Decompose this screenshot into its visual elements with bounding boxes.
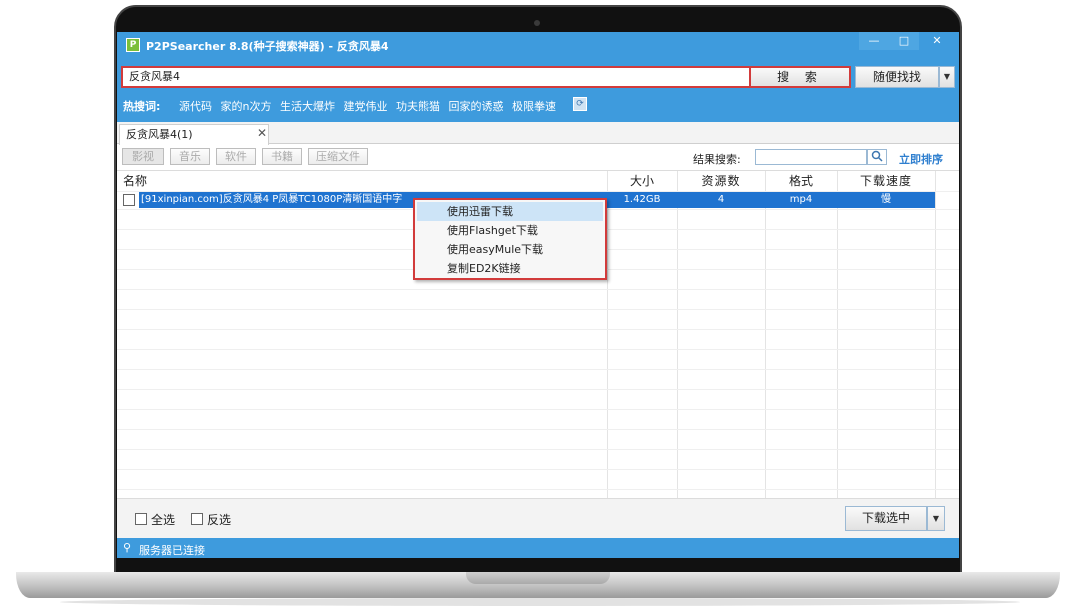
hot-word-link[interactable]: 生活大爆炸 bbox=[280, 100, 335, 113]
search-icon[interactable] bbox=[867, 149, 887, 165]
tab-search-result[interactable]: 反贪风暴4(1) ✕ bbox=[119, 124, 269, 145]
row-sources-cell: 4 bbox=[677, 192, 765, 208]
row-format-cell: mp4 bbox=[765, 192, 837, 208]
column-header-format[interactable]: 格式 bbox=[765, 171, 837, 191]
tab-close-icon[interactable]: ✕ bbox=[257, 126, 267, 140]
filter-bar: 影视 音乐 软件 书籍 压缩文件 结果搜索: 立即排序 bbox=[117, 145, 959, 169]
hot-word-link[interactable]: 建党伟业 bbox=[343, 100, 387, 113]
tab-label: 反贪风暴4(1) bbox=[126, 128, 193, 141]
download-dropdown-icon[interactable]: ▼ bbox=[927, 506, 945, 531]
row-divider bbox=[117, 329, 959, 330]
row-divider bbox=[117, 489, 959, 490]
row-divider bbox=[117, 429, 959, 430]
search-button[interactable]: 搜 索 bbox=[749, 66, 851, 88]
row-divider bbox=[117, 409, 959, 410]
row-divider bbox=[117, 469, 959, 470]
bottom-bar: 全选 反选 下载选中 ▼ bbox=[117, 498, 959, 538]
menu-item-copy-ed2k[interactable]: 复制ED2K链接 bbox=[417, 259, 603, 278]
laptop-base-notch bbox=[466, 572, 610, 584]
hot-word-link[interactable]: 回家的诱惑 bbox=[448, 100, 503, 113]
connection-icon: ⚲ bbox=[123, 541, 132, 554]
menu-item-easymule[interactable]: 使用easyMule下载 bbox=[417, 240, 603, 259]
title-bar: P P2PSearcher 8.8(种子搜索神器) - 反贪风暴4 — □ ✕ bbox=[117, 32, 959, 58]
context-menu: 使用迅雷下载 使用Flashget下载 使用easyMule下载 复制ED2K链… bbox=[413, 198, 607, 280]
app-logo-icon: P bbox=[126, 38, 140, 52]
sort-now-link[interactable]: 立即排序 bbox=[899, 151, 943, 167]
close-button[interactable]: ✕ bbox=[919, 32, 955, 50]
invert-selection-label[interactable]: 反选 bbox=[207, 511, 231, 528]
app-window: P P2PSearcher 8.8(种子搜索神器) - 反贪风暴4 — □ ✕ … bbox=[117, 32, 959, 558]
category-software-button[interactable]: 软件 bbox=[216, 148, 256, 165]
hot-word-link[interactable]: 极限拳速 bbox=[512, 100, 556, 113]
menu-item-flashget[interactable]: 使用Flashget下载 bbox=[417, 221, 603, 240]
camera-dot bbox=[534, 20, 540, 26]
search-toolbar: 反贪风暴4 搜 索 随便找找 ▼ 热搜词: 源代码 家的n次方 生活大爆炸 建党… bbox=[117, 58, 959, 122]
category-film-button[interactable]: 影视 bbox=[122, 148, 164, 165]
result-search-label: 结果搜索: bbox=[693, 153, 741, 166]
result-search-input[interactable] bbox=[755, 149, 867, 165]
hot-words-list: 源代码 家的n次方 生活大爆炸 建党伟业 功夫熊猫 回家的诱惑 极限拳速 bbox=[179, 98, 561, 114]
random-search-button[interactable]: 随便找找 bbox=[855, 66, 939, 88]
category-archive-button[interactable]: 压缩文件 bbox=[308, 148, 368, 165]
select-all-checkbox[interactable] bbox=[135, 513, 147, 525]
search-input[interactable]: 反贪风暴4 bbox=[121, 66, 749, 88]
category-music-button[interactable]: 音乐 bbox=[170, 148, 210, 165]
maximize-button[interactable]: □ bbox=[889, 32, 919, 50]
random-dropdown-icon[interactable]: ▼ bbox=[939, 66, 955, 88]
column-header-size[interactable]: 大小 bbox=[607, 171, 677, 191]
minimize-button[interactable]: — bbox=[859, 32, 889, 50]
laptop-shadow bbox=[60, 598, 1020, 606]
row-divider bbox=[117, 349, 959, 350]
hot-words-label: 热搜词: bbox=[123, 100, 161, 113]
hot-word-link[interactable]: 家的n次方 bbox=[221, 100, 272, 113]
menu-item-thunder[interactable]: 使用迅雷下载 bbox=[417, 202, 603, 221]
row-divider bbox=[117, 389, 959, 390]
row-checkbox[interactable] bbox=[123, 194, 135, 206]
invert-selection-checkbox[interactable] bbox=[191, 513, 203, 525]
tab-bar: 反贪风暴4(1) ✕ bbox=[117, 122, 959, 145]
category-book-button[interactable]: 书籍 bbox=[262, 148, 302, 165]
row-divider bbox=[117, 449, 959, 450]
row-speed-cell: 慢 bbox=[837, 192, 935, 208]
row-size-cell: 1.42GB bbox=[607, 192, 677, 208]
window-title: P2PSearcher 8.8(种子搜索神器) - 反贪风暴4 bbox=[146, 40, 389, 53]
row-divider bbox=[117, 309, 959, 310]
column-header-sources[interactable]: 资源数 bbox=[677, 171, 765, 191]
row-divider bbox=[117, 289, 959, 290]
column-header-name[interactable]: 名称 bbox=[123, 171, 147, 191]
refresh-icon[interactable]: ⟳ bbox=[573, 97, 587, 111]
select-all-label[interactable]: 全选 bbox=[151, 511, 175, 528]
status-text: 服务器已连接 bbox=[139, 544, 205, 557]
hot-word-link[interactable]: 源代码 bbox=[179, 100, 212, 113]
status-bar: ⚲ 服务器已连接 bbox=[117, 538, 959, 558]
row-divider bbox=[117, 369, 959, 370]
column-header-speed[interactable]: 下载速度 bbox=[837, 171, 935, 191]
download-selected-button[interactable]: 下载选中 bbox=[845, 506, 927, 531]
hot-word-link[interactable]: 功夫熊猫 bbox=[396, 100, 440, 113]
